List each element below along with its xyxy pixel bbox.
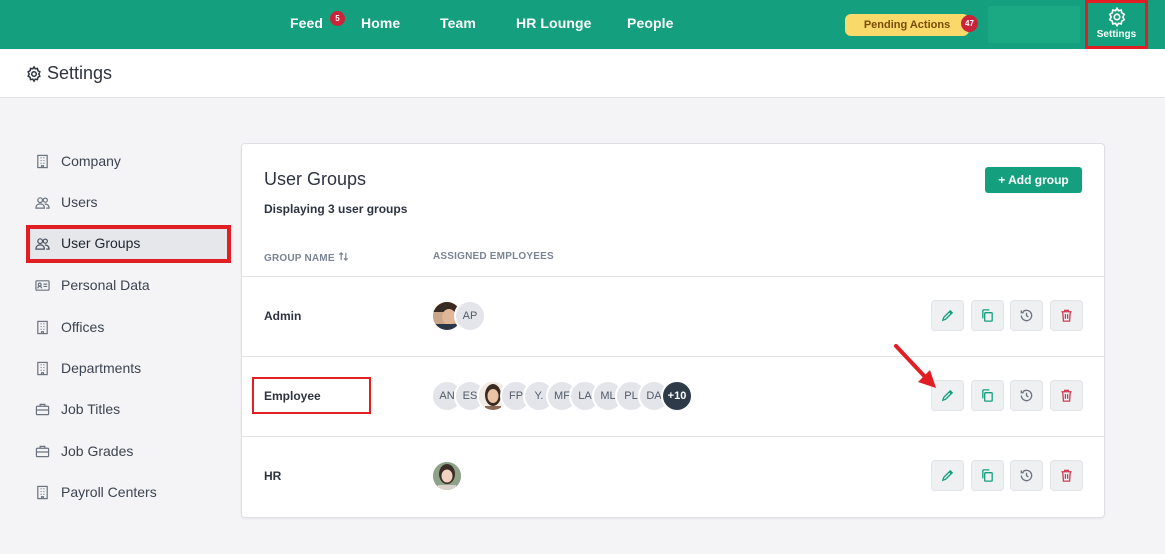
pencil-icon [941, 309, 954, 322]
trash-icon [1061, 469, 1072, 482]
feed-badge: 5 [330, 11, 345, 26]
sidebar-item-job-grades[interactable]: Job Grades [26, 433, 231, 469]
nav-team[interactable]: Team [440, 15, 476, 31]
trash-icon [1061, 309, 1072, 322]
group-name[interactable]: Admin [264, 309, 301, 323]
table-row: HR [242, 436, 1104, 516]
delete-button[interactable] [1050, 300, 1083, 331]
page-header: Settings [0, 49, 1165, 98]
users-icon [35, 238, 50, 250]
sort-icon [338, 251, 348, 262]
table-row: Admin AP [242, 276, 1104, 356]
nav-feed[interactable]: Feed [290, 15, 323, 31]
avatar[interactable] [431, 460, 463, 492]
history-button[interactable] [1010, 380, 1043, 411]
sidebar-item-job-titles[interactable]: Job Titles [26, 391, 231, 427]
sidebar-item-label: Job Titles [61, 401, 121, 417]
page-title: Settings [47, 63, 113, 83]
sidebar-item-label: User Groups [61, 235, 141, 251]
duplicate-button[interactable] [971, 300, 1004, 331]
sidebar-item-users[interactable]: Users [26, 184, 231, 220]
history-button[interactable] [1010, 300, 1043, 331]
pending-actions-badge: 47 [961, 15, 978, 32]
nav-hr-lounge[interactable]: HR Lounge [516, 15, 592, 31]
delete-button[interactable] [1050, 380, 1083, 411]
sidebar-item-label: Departments [61, 360, 142, 376]
card-title: User Groups [264, 169, 367, 189]
sidebar-item-label: Offices [61, 319, 105, 335]
building-icon [37, 154, 48, 169]
more-avatars-badge[interactable]: +10 [661, 380, 693, 412]
column-header-label: GROUP NAME [264, 253, 335, 264]
sidebar-item-label: Job Grades [61, 443, 134, 459]
copy-icon [982, 309, 993, 322]
table-row: Employee AN ES FP Y. MF LA ML PL DA +10 [242, 356, 1104, 436]
history-icon [1020, 309, 1033, 322]
history-icon [1020, 469, 1033, 482]
nav-people[interactable]: People [627, 15, 674, 31]
user-menu[interactable] [988, 6, 1080, 43]
add-group-button[interactable]: + Add group [985, 167, 1082, 193]
trash-icon [1061, 389, 1072, 402]
avatar[interactable]: AP [454, 300, 486, 332]
sidebar-item-company[interactable]: Company [26, 143, 231, 179]
id-card-icon [35, 280, 50, 291]
sidebar-item-user-groups[interactable]: User Groups [26, 225, 231, 263]
column-header-assigned-employees: ASSIGNED EMPLOYEES [433, 251, 554, 262]
sidebar-item-payroll-centers[interactable]: Payroll Centers [26, 474, 231, 510]
column-header-group-name[interactable]: GROUP NAME [264, 251, 349, 264]
sidebar-item-label: Company [61, 153, 121, 169]
pending-actions-button[interactable]: Pending Actions [845, 14, 969, 36]
building-icon [37, 361, 48, 376]
copy-icon [982, 389, 993, 402]
sidebar-item-label: Payroll Centers [61, 484, 157, 500]
settings-nav-label: Settings [1096, 29, 1137, 40]
nav-home[interactable]: Home [361, 15, 400, 31]
building-icon [37, 485, 48, 500]
card-subtitle: Displaying 3 user groups [264, 202, 408, 216]
settings-nav-button[interactable]: Settings [1085, 0, 1148, 49]
briefcase-icon [35, 403, 50, 416]
sidebar-item-offices[interactable]: Offices [26, 309, 231, 345]
history-button[interactable] [1010, 460, 1043, 491]
edit-button[interactable] [931, 300, 964, 331]
user-groups-card: User Groups Displaying 3 user groups + A… [241, 143, 1105, 518]
edit-button[interactable] [931, 460, 964, 491]
group-name[interactable]: HR [264, 469, 281, 483]
pencil-icon [941, 469, 954, 482]
group-name[interactable]: Employee [264, 389, 321, 403]
history-icon [1020, 389, 1033, 402]
top-nav-bar: Feed 5 Home Team HR Lounge People Pendin… [0, 0, 1165, 49]
delete-button[interactable] [1050, 460, 1083, 491]
users-icon [35, 197, 50, 209]
highlight-box: Employee [252, 377, 371, 414]
gear-icon [27, 65, 41, 83]
sidebar-item-label: Personal Data [61, 277, 150, 293]
copy-icon [982, 469, 993, 482]
sidebar-item-label: Users [61, 194, 98, 210]
building-icon [37, 320, 48, 335]
person-photo-icon [433, 462, 461, 490]
annotation-arrow-icon [894, 344, 936, 388]
duplicate-button[interactable] [971, 460, 1004, 491]
duplicate-button[interactable] [971, 380, 1004, 411]
gear-icon [1108, 6, 1125, 28]
pencil-icon [941, 389, 954, 402]
briefcase-icon [35, 445, 50, 458]
sidebar-item-departments[interactable]: Departments [26, 350, 231, 386]
sidebar-item-personal-data[interactable]: Personal Data [26, 267, 231, 303]
